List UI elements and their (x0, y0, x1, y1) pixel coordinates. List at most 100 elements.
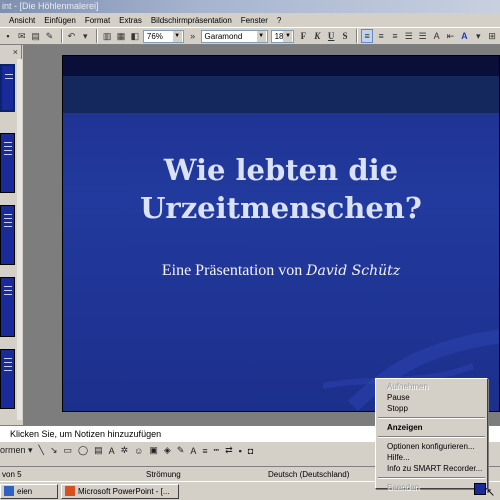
menu-einfuegen[interactable]: Einfügen (44, 16, 76, 25)
slide-canvas[interactable]: Wie lebten die Urzeitmenschen? Eine Präs… (62, 55, 500, 412)
menu-bildschirmpraesentation[interactable]: Bildschirmpräsentation (151, 16, 232, 25)
taskbar-item-1-label: eien (17, 486, 33, 496)
menu-separator (378, 436, 485, 438)
menu-item-anzeigen[interactable]: Anzeigen (376, 422, 487, 433)
menu-item-optionen[interactable]: Optionen konfigurieren... (376, 441, 487, 452)
bold-button[interactable]: F (297, 29, 309, 43)
menu-ansicht[interactable]: Ansicht (9, 16, 35, 25)
slide-subtitle-prefix: Eine Präsentation von (161, 262, 303, 279)
slide-title-line-1: Wie lebten die (163, 153, 399, 187)
font-color-dropdown-icon[interactable]: ▾ (472, 29, 484, 43)
toolbar-separator (96, 29, 99, 43)
taskbar-powerpoint[interactable]: Microsoft PowerPoint - [... (61, 483, 179, 499)
grow-font-icon[interactable]: A (431, 29, 443, 43)
menu-item-hilfe[interactable]: Hilfe... (376, 452, 487, 463)
slide-title[interactable]: Wie lebten die Urzeitmenschen? (63, 151, 499, 227)
menu-separator (378, 477, 485, 479)
fill-color-icon[interactable]: ◈ (164, 445, 171, 456)
font-size-value: 18 (274, 31, 284, 41)
slide-subtitle[interactable]: Eine Präsentation von David Schütz (63, 262, 499, 280)
slide-thumbnails-panel: × (0, 45, 22, 420)
font-color-icon[interactable]: A (190, 446, 196, 456)
smart-recorder-tray-icon[interactable] (474, 483, 486, 495)
menu-separator (378, 417, 485, 419)
rectangle-icon[interactable]: ▭ (64, 445, 73, 456)
insert-table-icon[interactable]: ▦ (115, 29, 127, 43)
save-icon[interactable]: ▪ (2, 29, 14, 43)
font-select[interactable]: Garamond ▼ (200, 29, 268, 43)
zoom-select[interactable]: 76% ▼ (142, 29, 184, 43)
dash-style-icon[interactable]: ┅ (214, 445, 219, 456)
slide-title-line-2: Urzeitmenschen? (140, 191, 422, 225)
3d-style-icon[interactable]: ◘ (248, 446, 253, 456)
align-center-icon[interactable]: ≡ (375, 29, 387, 43)
shadow-button[interactable]: S (339, 29, 351, 43)
taskbar-powerpoint-label: Microsoft PowerPoint - [... (78, 486, 170, 496)
numbered-list-icon[interactable]: ☰ (403, 29, 415, 43)
undo-dropdown-icon[interactable]: ▾ (79, 29, 91, 43)
undo-icon[interactable]: ↶ (66, 29, 78, 43)
line-icon[interactable]: ╲ (39, 445, 44, 456)
toolbar-separator (60, 29, 63, 43)
decrease-indent-icon[interactable]: ⇤ (445, 29, 457, 43)
font-value: Garamond (204, 31, 243, 41)
toolbar-separator (355, 29, 358, 43)
insert-chart-icon[interactable]: ▥ (101, 29, 113, 43)
toolbar-options-icon[interactable]: » (187, 29, 199, 43)
slide-thumbnail[interactable] (0, 349, 15, 409)
format-painter-icon[interactable]: ✎ (44, 29, 56, 43)
menu-fenster[interactable]: Fenster (241, 16, 268, 25)
shadow-style-icon[interactable]: ▪ (239, 446, 242, 456)
arrow-style-icon[interactable]: ⇄ (225, 445, 233, 456)
slide-thumbnail[interactable] (0, 205, 15, 265)
thumbnails-scrollbar[interactable] (17, 59, 22, 420)
window-title: int - [Die Höhlenmalerei] (2, 1, 99, 11)
menu-format[interactable]: Format (85, 16, 110, 25)
slide-thumbnail[interactable] (0, 133, 15, 193)
menu-item-aufnehmen[interactable]: Aufnehmen (376, 381, 487, 392)
align-left-icon[interactable]: ≡ (360, 29, 374, 43)
menu-item-stopp[interactable]: Stopp (376, 403, 487, 414)
mouse-pointer-icon: ↖ (486, 487, 496, 499)
slide-editing-area: Wie lebten die Urzeitmenschen? Eine Präs… (23, 45, 500, 425)
slide-subtitle-author: David Schütz (306, 263, 401, 279)
autoshapes-menu[interactable]: ormen ▾ (0, 445, 33, 456)
italic-button[interactable]: K (311, 29, 323, 43)
color-grayscale-icon[interactable]: ◧ (129, 29, 141, 43)
slide-thumbnail[interactable] (0, 277, 15, 337)
wordart-icon[interactable]: A (109, 446, 115, 456)
status-language: Deutsch (Deutschland) (268, 470, 350, 479)
line-style-icon[interactable]: ≡ (202, 446, 207, 456)
design-icon[interactable]: ⊞ (486, 29, 498, 43)
textbox-icon[interactable]: ▤ (94, 445, 103, 456)
arrow-icon[interactable]: ↘ (50, 445, 58, 456)
formatting-toolbar: ▪ ✉ ▤ ✎ ↶ ▾ ▥ ▦ ◧ 76% ▼ » Garamond ▼ 18 … (0, 27, 500, 45)
notes-placeholder: Klicken Sie, um Notizen hinzuzufügen (10, 429, 162, 439)
line-color-icon[interactable]: ✎ (177, 445, 185, 456)
slide-thumbnail[interactable] (0, 64, 15, 112)
underline-button[interactable]: U (325, 29, 337, 43)
clipart-icon[interactable]: ☺ (134, 446, 143, 456)
status-design: Strömung (146, 470, 181, 479)
menu-extras[interactable]: Extras (119, 16, 142, 25)
bullet-list-icon[interactable]: ☰ (417, 29, 429, 43)
powerpoint-icon (65, 486, 75, 496)
menu-item-beenden[interactable]: Beenden (376, 482, 487, 493)
menu-help[interactable]: ? (277, 16, 281, 25)
taskbar-item-1[interactable]: eien (0, 483, 58, 499)
menu-item-info[interactable]: Info zu SMART Recorder... (376, 463, 487, 474)
menu-item-pause[interactable]: Pause (376, 392, 487, 403)
diagram-icon[interactable]: ✲ (121, 445, 129, 456)
menu-bar: Ansicht Einfügen Format Extras Bildschir… (0, 13, 500, 27)
picture-icon[interactable]: ▣ (149, 445, 158, 456)
font-color-icon[interactable]: A (458, 29, 470, 43)
align-right-icon[interactable]: ≡ (389, 29, 401, 43)
email-icon[interactable]: ✉ (16, 29, 28, 43)
print-icon[interactable]: ▤ (30, 29, 42, 43)
font-size-select[interactable]: 18 ▼ (270, 29, 295, 43)
thumbnails-tabs: × (0, 45, 21, 59)
close-pane-icon[interactable]: × (13, 47, 18, 57)
slide-top-band-secondary (63, 76, 499, 113)
chevron-down-icon: ▼ (283, 30, 293, 42)
oval-icon[interactable]: ◯ (78, 445, 88, 456)
